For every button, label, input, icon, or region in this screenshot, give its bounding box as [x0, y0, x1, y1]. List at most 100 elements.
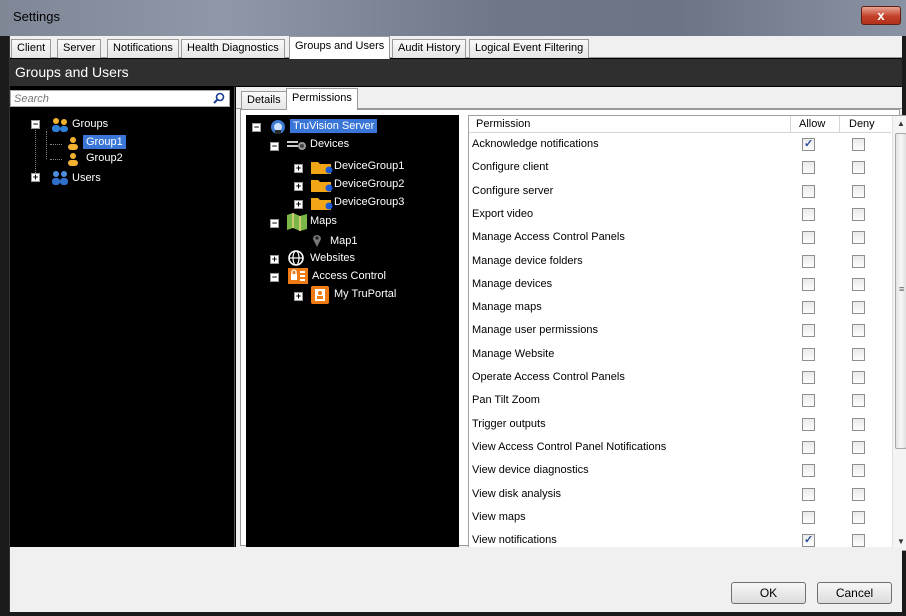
truportal-expander[interactable]: + — [294, 292, 303, 301]
tab-client[interactable]: Client — [11, 39, 52, 58]
table-row: View disk analysis — [469, 484, 891, 507]
truportal-item[interactable]: My TruPortal — [334, 288, 396, 300]
permissions-grid: Permission Allow Deny Acknowledge notifi… — [468, 115, 906, 551]
deny-checkbox[interactable] — [852, 277, 865, 291]
tab-health-diagnostics[interactable]: Health Diagnostics — [181, 39, 285, 58]
devicegroup1-item[interactable]: DeviceGroup1 — [334, 160, 404, 172]
allow-checkbox[interactable] — [802, 347, 815, 361]
allow-checkbox[interactable] — [802, 324, 815, 338]
folder-icon — [311, 196, 333, 210]
deny-checkbox[interactable] — [852, 534, 865, 548]
group1-item[interactable]: Group1 — [83, 135, 126, 149]
deny-checkbox[interactable] — [852, 510, 865, 524]
allow-checkbox[interactable] — [802, 137, 815, 151]
access-control-item[interactable]: Access Control — [312, 270, 386, 282]
deny-checkbox[interactable] — [852, 207, 865, 221]
permission-label: Manage Website — [472, 347, 555, 360]
deny-checkbox[interactable] — [852, 417, 865, 431]
tab-logical-event-filtering[interactable]: Logical Event Filtering — [469, 39, 590, 58]
header-deny[interactable]: Deny — [849, 118, 875, 130]
header-allow[interactable]: Allow — [799, 118, 825, 130]
users-expander[interactable]: + — [31, 173, 40, 182]
tab-groups-and-users[interactable]: Groups and Users — [289, 36, 391, 59]
permission-label: Manage Access Control Panels — [472, 231, 625, 244]
deny-checkbox[interactable] — [852, 487, 865, 501]
deny-checkbox[interactable] — [852, 371, 865, 384]
server-expander[interactable]: − — [252, 123, 261, 132]
allow-checkbox[interactable] — [802, 277, 815, 291]
close-button[interactable]: x — [861, 6, 901, 25]
allow-checkbox[interactable] — [802, 301, 815, 315]
allow-checkbox[interactable] — [802, 440, 815, 454]
table-row: Manage user permissions — [469, 320, 891, 343]
deny-checkbox[interactable] — [852, 464, 865, 478]
groups-label[interactable]: Groups — [72, 118, 108, 130]
search-box[interactable] — [10, 90, 230, 107]
deny-checkbox[interactable] — [852, 347, 865, 361]
allow-checkbox[interactable] — [802, 231, 815, 245]
search-icon[interactable] — [213, 92, 225, 107]
devicegroup2-item[interactable]: DeviceGroup2 — [334, 178, 404, 190]
allow-checkbox[interactable] — [802, 464, 815, 478]
devicegroup3-expander[interactable]: + — [294, 200, 303, 209]
ok-button[interactable]: OK — [731, 582, 806, 604]
access-control-icon — [288, 268, 308, 284]
cancel-button[interactable]: Cancel — [817, 582, 892, 604]
allow-checkbox[interactable] — [802, 417, 815, 431]
scroll-thumb[interactable]: ≡ — [895, 133, 906, 449]
deny-checkbox[interactable] — [852, 324, 865, 338]
table-row: Export video — [469, 204, 891, 227]
maps-expander[interactable]: − — [270, 219, 279, 228]
access-control-expander[interactable]: − — [270, 273, 279, 282]
allow-checkbox[interactable] — [802, 487, 815, 501]
tab-permissions[interactable]: Permissions — [286, 88, 358, 110]
permission-label: Configure client — [472, 161, 549, 174]
deny-checkbox[interactable] — [852, 440, 865, 454]
permissions-panel: − TruVision Server − Devices + DeviceGro… — [240, 109, 906, 551]
allow-checkbox[interactable] — [802, 207, 815, 221]
table-row: Trigger outputs — [469, 414, 891, 437]
grid-scrollbar[interactable]: ▲ ≡ ▼ — [892, 116, 906, 550]
header-permission[interactable]: Permission — [476, 118, 530, 130]
devicegroup1-expander[interactable]: + — [294, 164, 303, 173]
allow-checkbox[interactable] — [802, 184, 815, 198]
websites-item[interactable]: Websites — [310, 252, 355, 264]
allow-checkbox[interactable] — [802, 371, 815, 384]
websites-expander[interactable]: + — [270, 255, 279, 264]
title-bar[interactable]: Settings x — [0, 0, 906, 36]
table-row: Acknowledge notifications — [469, 134, 891, 157]
table-row: Operate Access Control Panels — [469, 367, 891, 390]
scroll-up-button[interactable]: ▲ — [893, 116, 906, 132]
folder-icon — [311, 178, 333, 192]
tab-server[interactable]: Server — [57, 39, 102, 58]
devices-item[interactable]: Devices — [310, 138, 349, 150]
allow-checkbox[interactable] — [802, 161, 815, 175]
allow-checkbox[interactable] — [802, 394, 815, 408]
allow-checkbox[interactable] — [802, 533, 815, 548]
deny-checkbox[interactable] — [852, 231, 865, 245]
tab-audit-history[interactable]: Audit History — [392, 39, 467, 58]
deny-checkbox[interactable] — [852, 184, 865, 198]
map1-item[interactable]: Map1 — [330, 235, 358, 247]
deny-checkbox[interactable] — [852, 301, 865, 315]
devicegroup3-item[interactable]: DeviceGroup3 — [334, 196, 404, 208]
deny-checkbox[interactable] — [852, 254, 865, 268]
allow-checkbox[interactable] — [802, 510, 815, 524]
search-input[interactable] — [14, 92, 204, 105]
users-label[interactable]: Users — [72, 172, 101, 184]
group2-item[interactable]: Group2 — [86, 152, 123, 164]
users-icon — [50, 170, 68, 185]
server-item[interactable]: TruVision Server — [290, 119, 378, 133]
allow-checkbox[interactable] — [802, 254, 815, 268]
deny-checkbox[interactable] — [852, 394, 865, 408]
deny-checkbox[interactable] — [852, 138, 865, 151]
deny-checkbox[interactable] — [852, 161, 865, 175]
tree-line — [50, 159, 62, 160]
devicegroup2-expander[interactable]: + — [294, 182, 303, 191]
globe-icon — [288, 250, 304, 266]
tab-details[interactable]: Details — [241, 91, 287, 109]
tab-notifications[interactable]: Notifications — [107, 39, 179, 58]
groups-expander[interactable]: − — [31, 120, 40, 129]
devices-expander[interactable]: − — [270, 142, 279, 151]
maps-item[interactable]: Maps — [310, 215, 337, 227]
